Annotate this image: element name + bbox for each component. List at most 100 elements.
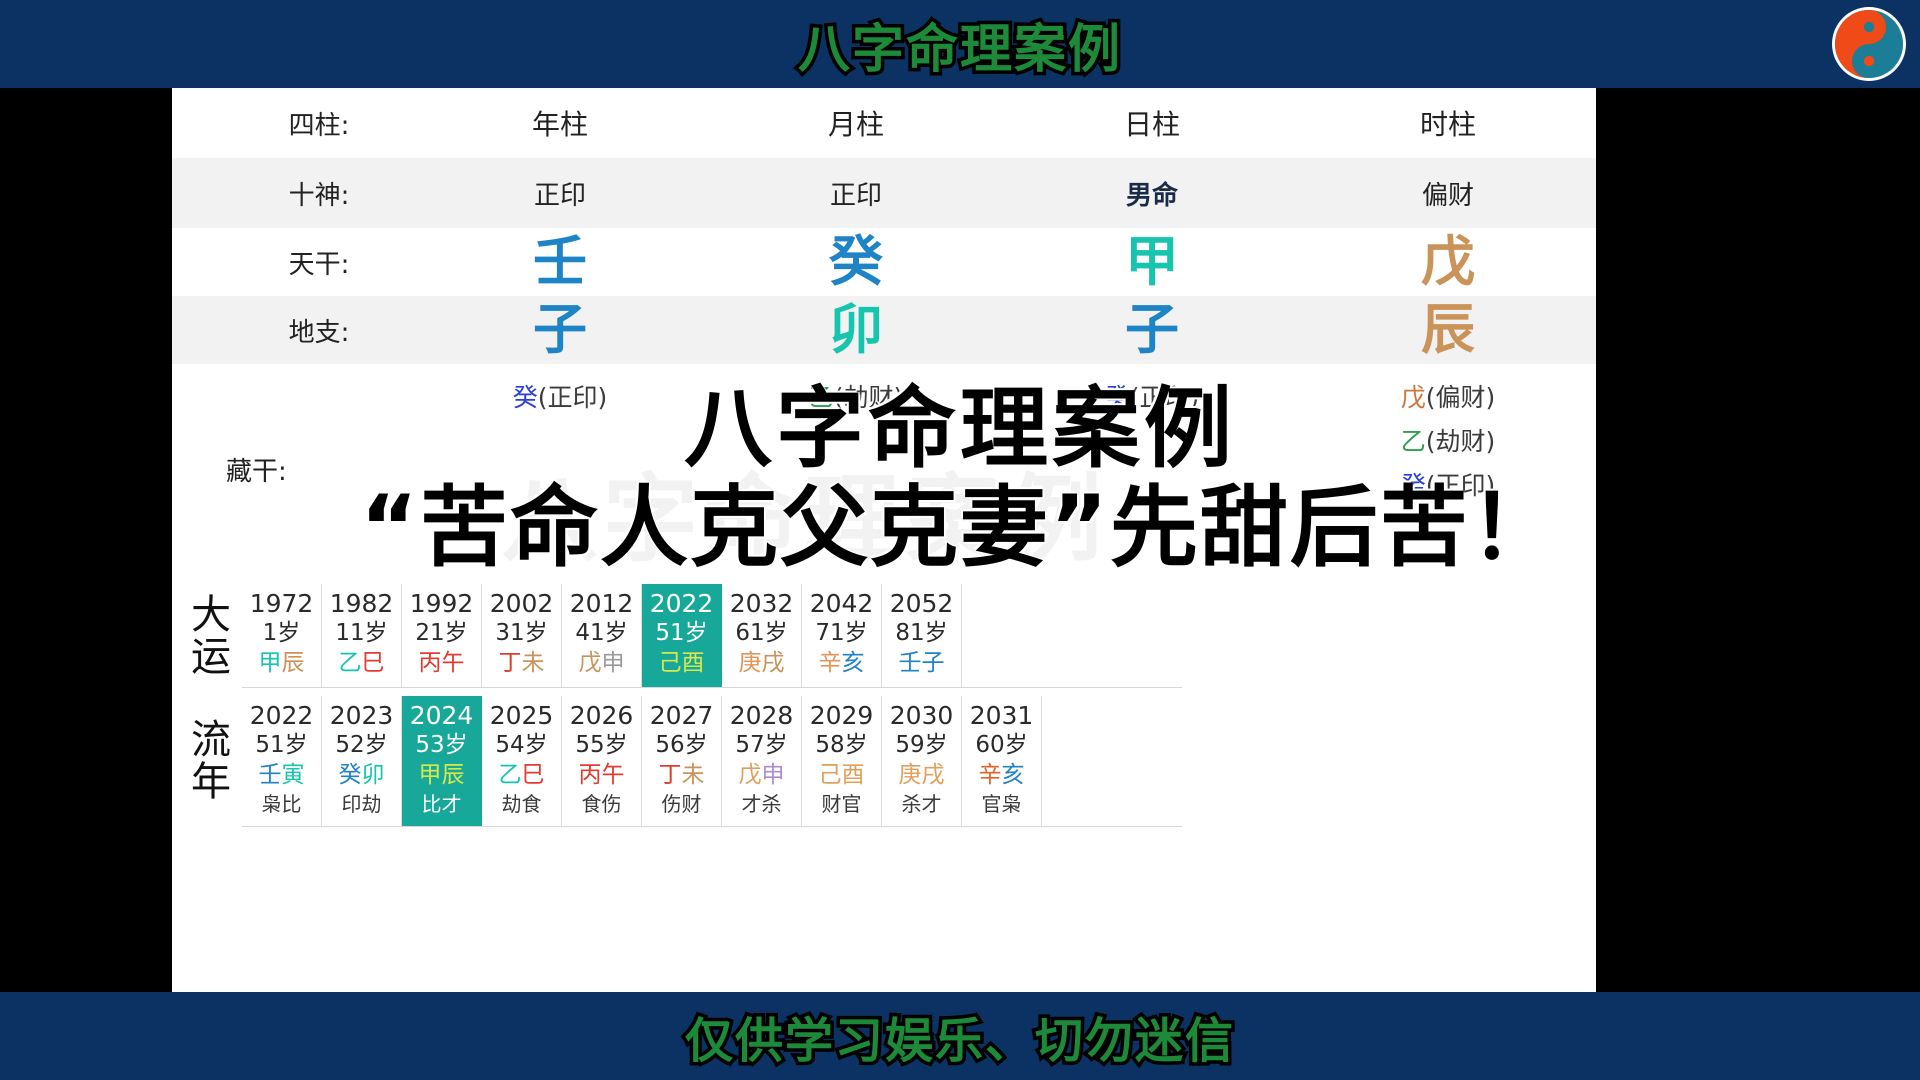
cell-ten-god: 才杀 (741, 792, 782, 817)
ganzhi-char: 庚 (738, 650, 762, 677)
ganzhi-char: 甲 (258, 650, 282, 677)
cell-year: 1992 (409, 589, 474, 618)
hidden-stems-month: 乙(劫财) (708, 364, 1004, 574)
hidden-stem-char: 乙 (1400, 426, 1426, 456)
top-banner: 八字命理案例 (0, 0, 1920, 88)
ganzhi-char: 辰 (281, 650, 305, 677)
ganzhi-char: 酉 (841, 762, 865, 789)
ganzhi-char: 戌 (921, 762, 945, 789)
table-row-heavenly-stems: 天干: 壬 癸 甲 戊 (172, 228, 1596, 296)
ganzhi-char: 丁 (498, 650, 522, 677)
ten-god-month: 正印 (829, 180, 882, 211)
cell-ganzhi: 壬子 (882, 649, 961, 679)
liunian-cell[interactable]: 2024 53岁 甲辰 比才 (402, 696, 482, 827)
cell-ten-god: 财官 (821, 792, 862, 817)
cell-year: 2030 (889, 701, 954, 731)
hidden-stem-god: (正印) (1129, 383, 1200, 412)
cell-year: 2031 (969, 701, 1034, 731)
cell-age: 81岁 (895, 620, 948, 647)
ganzhi-char: 午 (441, 650, 465, 677)
row-label-pillars: 四柱: (288, 110, 350, 141)
ganzhi-char: 甲 (418, 762, 442, 789)
liunian-cell[interactable]: 2022 51岁 壬寅 枭比 (242, 696, 322, 827)
row-label-ten-gods: 十神: (288, 180, 350, 211)
liunian-cell[interactable]: 2030 59岁 庚戌 杀才 (882, 696, 962, 827)
cell-ganzhi: 甲辰 (402, 761, 481, 791)
column-head-hour: 时柱 (1419, 108, 1476, 141)
hidden-stem-item: 戊(偏财) (1300, 376, 1596, 420)
dayun-cell[interactable]: 2032 61岁 庚戌 (722, 584, 802, 688)
liunian-label-char1: 流 (191, 717, 231, 764)
cell-ganzhi: 己酉 (802, 761, 881, 791)
liunian-cell[interactable]: 2026 55岁 丙午 食伤 (562, 696, 642, 827)
dayun-cell[interactable]: 2012 41岁 戊申 (562, 584, 642, 688)
ganzhi-char: 未 (521, 650, 545, 677)
heavenly-stem-day: 甲 (1125, 230, 1179, 293)
cell-ten-god: 劫食 (501, 792, 542, 817)
dayun-cell[interactable]: 2042 71岁 辛亥 (802, 584, 882, 688)
liunian-cells[interactable]: 2022 51岁 壬寅 枭比 2023 52岁 癸卯 印劫 2024 53岁 甲辰 比才 2025 54岁… (242, 696, 1042, 827)
cell-year: 2025 (489, 701, 554, 731)
hidden-stem-god: (偏财) (1425, 383, 1496, 412)
ganzhi-char: 己 (658, 650, 682, 677)
page-title: 八字命理案例 (794, 16, 1123, 83)
ganzhi-char: 戊 (578, 650, 602, 677)
dayun-cell[interactable]: 2052 81岁 壬子 (882, 584, 962, 688)
cell-ganzhi: 丙午 (562, 761, 641, 791)
earthly-branch-hour: 辰 (1421, 298, 1475, 361)
cell-ten-god: 杀才 (901, 792, 942, 817)
hidden-stem-item: 乙(劫财) (1300, 420, 1596, 464)
ten-god-hour: 偏财 (1421, 180, 1474, 211)
earthly-branch-month: 卯 (829, 298, 883, 361)
liunian-cell[interactable]: 2027 56岁 丁未 伤财 (642, 696, 722, 827)
cell-ganzhi: 庚戌 (882, 761, 961, 791)
dayun-label-char1: 大 (191, 591, 231, 638)
cell-year: 2032 (729, 589, 794, 618)
cell-year: 1972 (249, 589, 314, 618)
ganzhi-char: 酉 (681, 650, 705, 677)
cell-year: 2012 (569, 589, 634, 618)
dayun-cell[interactable]: 2002 31岁 丁未 (482, 584, 562, 688)
ganzhi-char: 亥 (841, 650, 865, 677)
column-head-day: 日柱 (1123, 108, 1180, 141)
table-row-earthly-branches: 地支: 子 卯 子 辰 (172, 296, 1596, 364)
liunian-cell[interactable]: 2031 60岁 辛亥 官枭 (962, 696, 1042, 827)
earthly-branch-year: 子 (533, 298, 587, 361)
liunian-cell[interactable]: 2023 52岁 癸卯 印劫 (322, 696, 402, 827)
bazi-chart-sheet: 八字命理案例 四柱: 年柱 月柱 日柱 时柱 十神: 正印 正印 男命 偏财 天… (172, 88, 1596, 992)
cell-age: 59岁 (895, 732, 948, 759)
dayun-cell[interactable]: 1992 21岁 丙午 (402, 584, 482, 688)
cell-age: 41岁 (575, 620, 628, 647)
liunian-underline (242, 826, 1182, 828)
disclaimer-text: 仅供学习娱乐、切勿迷信 (681, 1010, 1236, 1073)
cell-ganzhi: 甲辰 (242, 649, 321, 679)
bottom-banner: 仅供学习娱乐、切勿迷信 (0, 992, 1920, 1080)
hidden-stem-char: 乙 (808, 383, 834, 412)
hidden-stems-hour: 戊(偏财) 乙(劫财) 癸(正印) (1300, 364, 1596, 574)
liunian-cell[interactable]: 2029 58岁 己酉 财官 (802, 696, 882, 827)
dayun-cell[interactable]: 2022 51岁 己酉 (642, 584, 722, 688)
dayun-cell[interactable]: 1972 1岁 甲辰 (242, 584, 322, 688)
ganzhi-char: 午 (601, 762, 625, 789)
cell-age: 21岁 (415, 620, 468, 647)
dayun-underline (242, 687, 1182, 689)
cell-age: 1岁 (262, 620, 301, 647)
earthly-branch-day: 子 (1125, 298, 1179, 361)
ganzhi-char: 辛 (978, 762, 1002, 789)
dayun-cells[interactable]: 1972 1岁 甲辰 1982 11岁 乙巳 1992 21岁 丙午 2002 31岁 丁未 2012 4… (242, 584, 962, 688)
ganzhi-char: 未 (681, 762, 705, 789)
liunian-cell[interactable]: 2028 57岁 戊申 才杀 (722, 696, 802, 827)
ganzhi-char: 壬 (898, 650, 922, 677)
dayun-label-char2: 运 (191, 633, 231, 680)
ganzhi-char: 癸 (338, 762, 362, 789)
cell-age: 56岁 (655, 732, 708, 759)
hidden-stem-item: 乙(劫财) (708, 376, 1004, 420)
ganzhi-char: 巳 (361, 650, 385, 677)
hidden-stem-god: (劫财) (833, 383, 904, 412)
dayun-cell[interactable]: 1982 11岁 乙巳 (322, 584, 402, 688)
hidden-stem-char: 癸 (1400, 470, 1426, 500)
cell-age: 71岁 (815, 620, 868, 647)
hidden-stem-char: 戊 (1400, 383, 1426, 412)
hidden-stems-day: 癸(正印) (1004, 364, 1300, 574)
liunian-cell[interactable]: 2025 54岁 乙巳 劫食 (482, 696, 562, 827)
